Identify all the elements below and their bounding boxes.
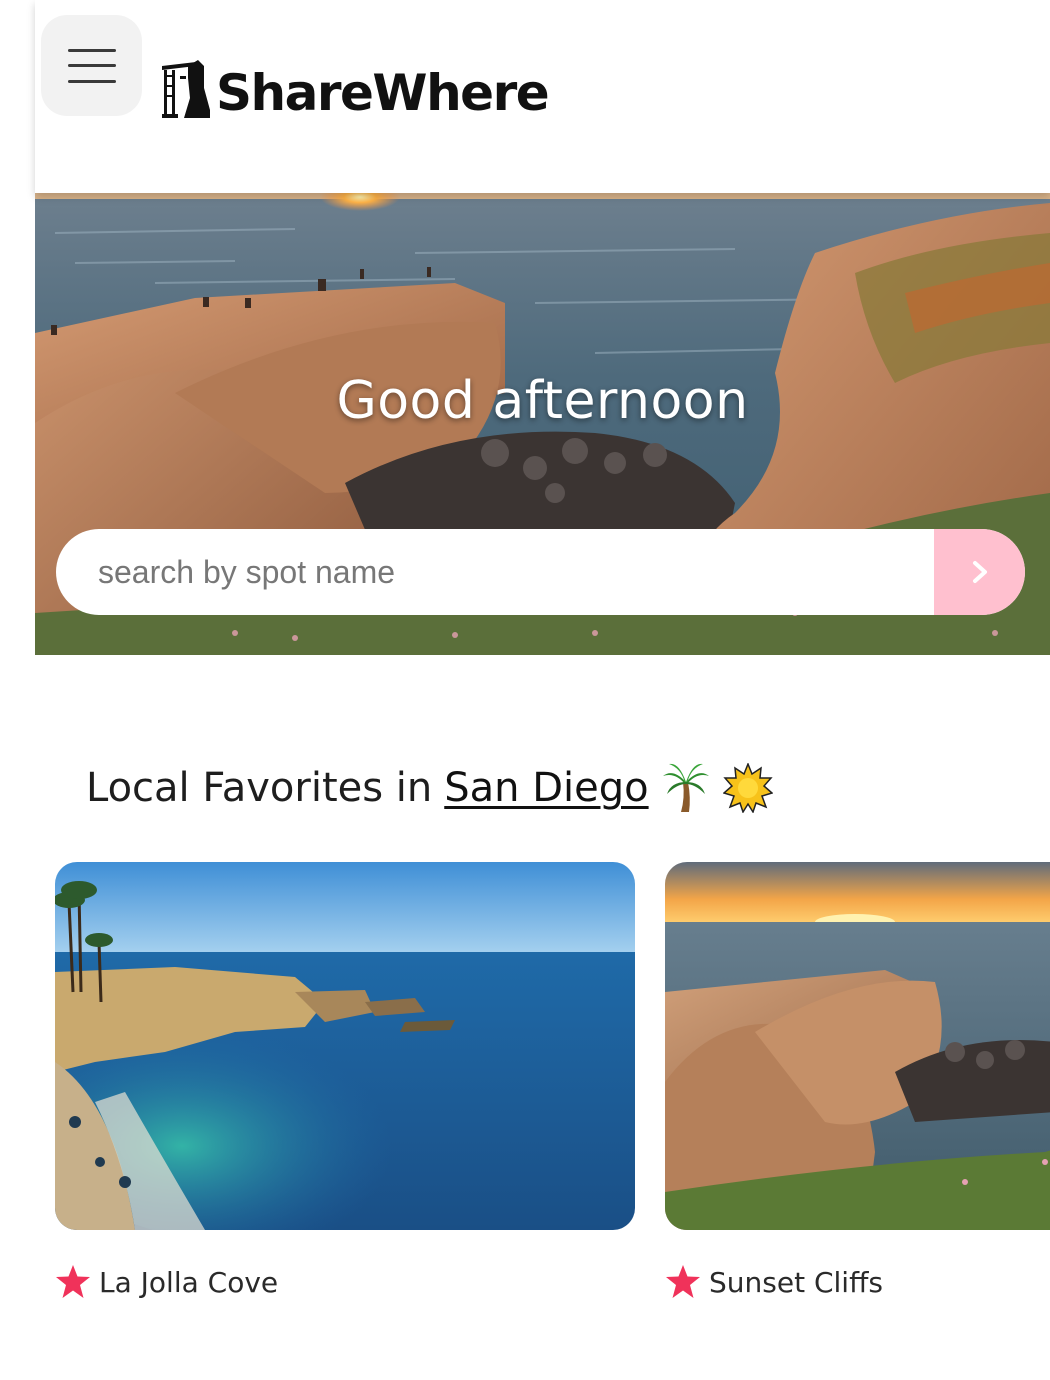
hero-banner: Good afternoon <box>35 193 1050 655</box>
star-icon <box>56 1265 90 1298</box>
hamburger-icon <box>67 48 116 83</box>
spot-name[interactable]: La Jolla Cove <box>99 1266 278 1299</box>
greeting-text: Good afternoon <box>336 371 749 431</box>
spot-card[interactable]: La Jolla Cove <box>55 862 635 1299</box>
spot-image-sunset-cliffs[interactable] <box>665 862 1050 1230</box>
search-submit-button[interactable] <box>934 529 1025 615</box>
palm-tree-icon <box>662 763 709 812</box>
logo-icon <box>162 60 210 118</box>
page: ShareWhere Good afternoon search by spot… <box>0 0 1050 1380</box>
favorites-heading-prefix: Local Favorites in <box>86 765 433 811</box>
chevron-right-icon <box>972 561 987 583</box>
search-input[interactable] <box>56 529 934 615</box>
star-icon <box>666 1265 700 1298</box>
menu-button[interactable] <box>41 15 142 116</box>
brand-name: ShareWhere <box>216 64 550 122</box>
spot-meta: Sunset Cliffs <box>665 1264 883 1300</box>
city-link[interactable]: San Diego <box>444 765 648 811</box>
favorites-heading: Local Favorites in San Diego <box>86 762 773 814</box>
spot-meta: La Jolla Cove <box>55 1264 278 1300</box>
top-header: ShareWhere <box>35 0 1050 193</box>
spot-name[interactable]: Sunset Cliffs <box>709 1266 883 1299</box>
spot-image-la-jolla-cove[interactable] <box>55 862 635 1230</box>
sun-icon <box>722 763 773 813</box>
search-bar <box>56 529 1025 615</box>
brand-logo[interactable]: ShareWhere <box>158 50 550 122</box>
spot-card[interactable]: Sunset Cliffs <box>665 862 1050 1299</box>
